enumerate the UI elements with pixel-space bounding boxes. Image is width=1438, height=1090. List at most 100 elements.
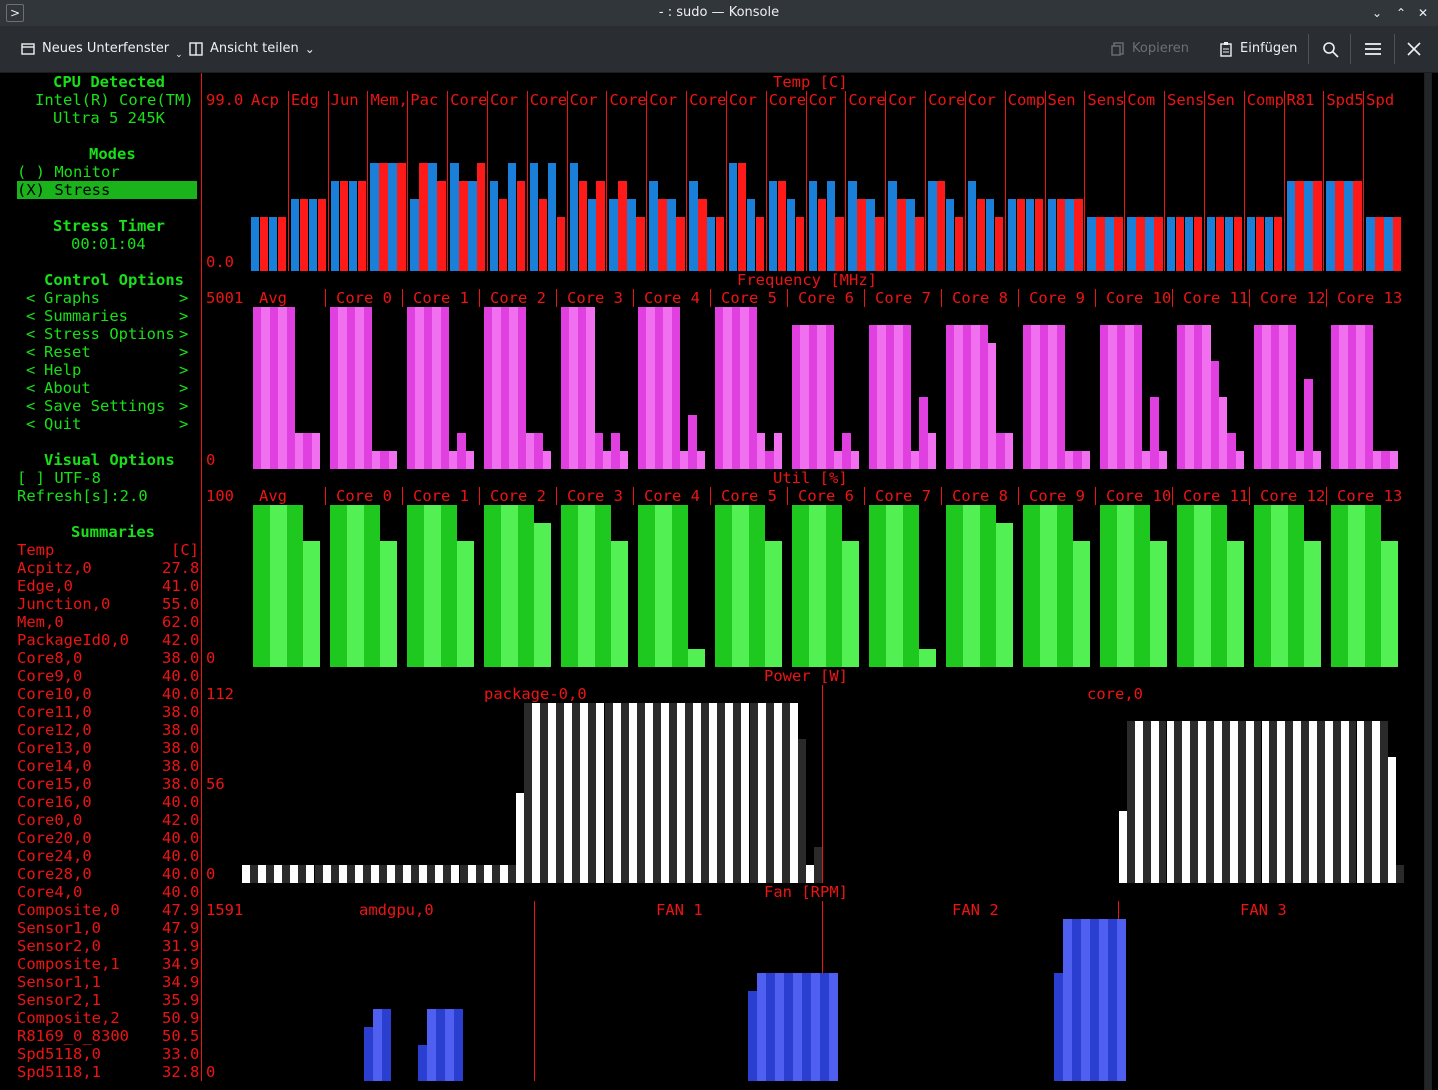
freq-bar — [1356, 325, 1365, 469]
menu-button[interactable] — [1364, 36, 1382, 62]
temp-sensor-label: Com — [1127, 91, 1156, 109]
close-icon — [1407, 42, 1421, 56]
summary-value: 40.0 — [162, 685, 200, 703]
temp-bar — [578, 181, 588, 271]
close-window-icon[interactable]: ✕ — [1414, 4, 1432, 22]
freq-bar — [927, 433, 936, 469]
power-bar — [306, 865, 315, 883]
left-arrow-icon: < — [26, 415, 36, 433]
column-separator — [885, 91, 887, 271]
power-bar — [419, 865, 428, 883]
power-bar — [330, 865, 339, 883]
power-bar — [242, 865, 251, 883]
close-tab-button[interactable] — [1407, 36, 1421, 62]
mode-monitor-radio[interactable]: ( ) Monitor — [17, 163, 120, 181]
freq-bar — [500, 307, 510, 469]
freq-bar — [611, 433, 620, 469]
summary-value: 50.9 — [162, 1009, 200, 1027]
mode-stress-radio[interactable]: (X) Stress — [17, 181, 197, 199]
temp-bar — [379, 163, 388, 271]
column-separator — [1363, 91, 1365, 271]
control-option-help[interactable]: < Help > — [4, 361, 199, 379]
power-bar — [1285, 721, 1294, 883]
util-bar — [380, 541, 397, 667]
freq-bar — [388, 451, 397, 469]
summary-name: Core13,0 — [17, 739, 92, 757]
temp-bar — [945, 199, 955, 271]
util-label: Core 2 — [490, 487, 546, 505]
summary-value: 38.0 — [162, 703, 200, 721]
freq-bar — [996, 433, 1005, 469]
freq-bar — [261, 307, 270, 469]
column-separator — [1018, 487, 1019, 505]
column-separator — [407, 91, 409, 271]
control-option-summaries[interactable]: < Summaries > — [4, 307, 199, 325]
column-separator — [1283, 91, 1285, 271]
summary-name: Core9,0 — [17, 667, 83, 685]
freq-bar — [679, 451, 689, 469]
util-bar — [979, 505, 997, 667]
freq-bar — [808, 325, 818, 469]
control-option-save-settings[interactable]: < Save Settings > — [4, 397, 199, 415]
temp-bar — [290, 199, 300, 271]
summary-row: Core13,0 38.0 — [4, 739, 204, 757]
freq-label: Core 11 — [1183, 289, 1249, 307]
freq-bar — [1073, 451, 1082, 469]
power-bar — [668, 703, 677, 883]
power-bar — [636, 703, 645, 883]
control-option-quit[interactable]: < Quit > — [4, 415, 199, 433]
utf8-checkbox[interactable]: [ ] UTF-8 — [17, 469, 101, 487]
temp-sensor-label: Sen — [1206, 91, 1235, 109]
fan-graph-title: Fan [RPM] — [764, 883, 848, 901]
temp-bar — [689, 181, 698, 271]
freq-bar — [1312, 451, 1321, 469]
power-bar — [346, 865, 355, 883]
freq-bar — [363, 307, 372, 469]
new-tab-button[interactable]: Neues Unterfenster ⌄ — [20, 36, 183, 62]
control-option-about[interactable]: < About > — [4, 379, 199, 397]
maximize-icon[interactable]: ⌃ — [1392, 4, 1410, 22]
paste-button[interactable]: Einfügen — [1218, 36, 1297, 62]
temp-bar — [897, 199, 906, 271]
temp-bar — [777, 181, 787, 271]
split-view-button[interactable]: Ansicht teilen ⌄ — [188, 36, 315, 62]
temp-bar — [428, 163, 437, 271]
freq-bar — [1108, 325, 1117, 469]
summary-name: PackageId0,0 — [17, 631, 129, 649]
util-bar — [825, 505, 843, 667]
temp-bar — [397, 163, 406, 271]
control-option-label: Stress Options — [44, 325, 175, 343]
temp-bar — [1167, 217, 1176, 271]
power-bar — [540, 703, 549, 883]
control-option-stress-options[interactable]: < Stress Options > — [4, 325, 199, 343]
freq-bar — [484, 307, 493, 469]
power-ymid: 56 — [206, 775, 225, 793]
refresh-rate-control[interactable]: Refresh[s]:2.0 — [17, 487, 148, 505]
left-arrow-icon: < — [26, 343, 36, 361]
temp-bar — [1136, 217, 1145, 271]
power-bar — [1301, 721, 1309, 883]
summary-row: Composite,1 34.9 — [4, 955, 204, 973]
fan-bar — [1117, 919, 1126, 1081]
util-ymax: 100 — [206, 487, 234, 505]
column-separator — [686, 91, 688, 271]
terminal-area[interactable]: CPU Detected Intel(R) Core(TM) Ultra 5 2… — [4, 73, 1420, 1090]
copy-button[interactable]: Kopieren — [1110, 36, 1189, 62]
control-option-reset[interactable]: < Reset > — [4, 343, 199, 361]
summary-row: Core9,0 40.0 — [4, 667, 204, 685]
control-option-graphs[interactable]: < Graphs > — [4, 289, 199, 307]
search-button[interactable] — [1322, 36, 1339, 62]
chevron-down-icon[interactable]: ⌄ — [1368, 4, 1386, 22]
column-separator — [710, 289, 711, 307]
freq-bar — [525, 433, 535, 469]
power-bar — [572, 703, 581, 883]
freq-bar — [842, 433, 851, 469]
scrollbar-thumb[interactable] — [1425, 73, 1431, 1090]
freq-label: Core 5 — [721, 289, 777, 307]
temp-sensor-label: R81 — [1286, 91, 1315, 109]
summary-value: 33.0 — [162, 1045, 200, 1063]
summary-row: Core11,0 38.0 — [4, 703, 204, 721]
temp-bar — [915, 217, 924, 271]
scrollbar[interactable] — [1424, 73, 1432, 1090]
freq-bar — [919, 397, 928, 469]
